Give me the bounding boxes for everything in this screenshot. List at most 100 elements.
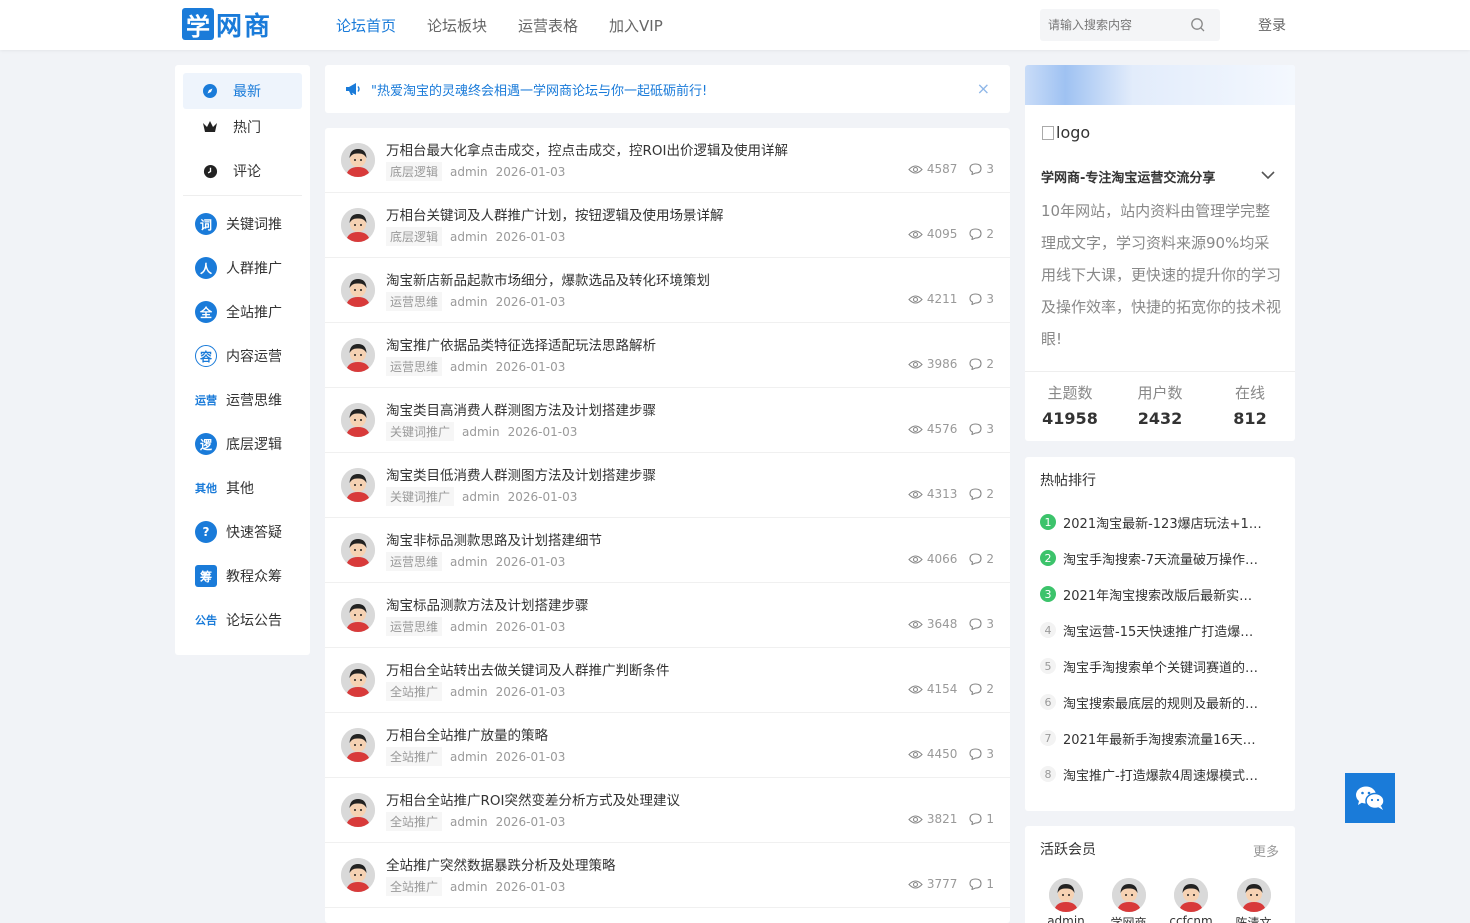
- post-author[interactable]: admin: [450, 360, 488, 374]
- sidebar-item-other[interactable]: 其他 其他: [183, 466, 302, 510]
- post-author[interactable]: admin: [450, 685, 488, 699]
- site-logo[interactable]: 学 网商: [182, 8, 272, 42]
- post-row[interactable]: 淘宝类目高消费人群测图方法及计划搭建步骤 关键词推广 admin 2026-01-03…: [325, 388, 1010, 453]
- member-name[interactable]: admin: [1041, 914, 1091, 923]
- post-author[interactable]: admin: [462, 490, 500, 504]
- hot-list-item[interactable]: 3 2021年淘宝搜索改版后最新实…: [1040, 576, 1282, 612]
- post-title[interactable]: 万相台最大化拿点击成交，控点击成交，控ROI出价逻辑及使用详解: [386, 139, 788, 159]
- hot-list-item[interactable]: 5 淘宝手淘搜索单个关键词赛道的…: [1040, 648, 1282, 684]
- post-author[interactable]: admin: [462, 425, 500, 439]
- sidebar-item-crowd-promo[interactable]: 人 人群推广: [183, 246, 302, 290]
- sidebar-item-content-ops[interactable]: 容 内容运营: [183, 334, 302, 378]
- post-title[interactable]: 万相台全站推广放量的策略: [386, 724, 548, 744]
- post-category-tag[interactable]: 全站推广: [386, 812, 443, 831]
- sidebar-item-full-site-promo[interactable]: 全 全站推广: [183, 290, 302, 334]
- post-title[interactable]: 万相台全站转出去做关键词及人群推广判断条件: [386, 659, 670, 679]
- hot-list-item[interactable]: 2 淘宝手淘搜索-7天流量破万操作…: [1040, 540, 1282, 576]
- avatar[interactable]: [341, 143, 375, 177]
- post-title[interactable]: 淘宝类目低消费人群测图方法及计划搭建步骤: [386, 464, 656, 484]
- post-category-tag[interactable]: 全站推广: [386, 747, 443, 766]
- post-row[interactable]: 万相台全站推广放量的策略 全站推广 admin 2026-01-03 4450 3: [325, 713, 1010, 778]
- avatar[interactable]: [341, 533, 375, 567]
- post-author[interactable]: admin: [450, 230, 488, 244]
- avatar[interactable]: [1236, 878, 1271, 912]
- search-icon[interactable]: [1190, 17, 1206, 33]
- sidebar-item-forum-notice[interactable]: 公告 论坛公告: [183, 598, 302, 642]
- hot-list-item[interactable]: 8 淘宝推广-打造爆款4周速爆模式…: [1040, 756, 1282, 792]
- post-row[interactable]: 淘宝标品测款方法及计划搭建步骤 运营思维 admin 2026-01-03 3648 3: [325, 583, 1010, 648]
- post-row[interactable]: 万相台关键词及人群推广计划，按钮逻辑及使用场景详解 底层逻辑 admin 2026-0…: [325, 193, 1010, 258]
- post-author[interactable]: admin: [450, 880, 488, 894]
- avatar[interactable]: [341, 663, 375, 697]
- hot-list-item[interactable]: 6 淘宝搜索最底层的规则及最新的…: [1040, 684, 1282, 720]
- post-author[interactable]: admin: [450, 750, 488, 764]
- member-name[interactable]: 陈清文: [1229, 914, 1279, 923]
- post-category-tag[interactable]: 底层逻辑: [386, 162, 443, 181]
- post-category-tag[interactable]: 运营思维: [386, 617, 443, 636]
- avatar[interactable]: [341, 793, 375, 827]
- avatar[interactable]: [341, 338, 375, 372]
- close-icon[interactable]: ×: [977, 79, 990, 98]
- post-author[interactable]: admin: [450, 295, 488, 309]
- hot-item-title[interactable]: 淘宝手淘搜索单个关键词赛道的…: [1063, 657, 1258, 676]
- sidebar-item-base-logic[interactable]: 逻 底层逻辑: [183, 422, 302, 466]
- member-item[interactable]: ccfcnm: [1166, 878, 1216, 923]
- post-category-tag[interactable]: 全站推广: [386, 877, 443, 896]
- tab-hot[interactable]: 热门: [183, 109, 302, 145]
- post-row[interactable]: 淘宝推广依据品类特征选择适配玩法思路解析 运营思维 admin 2026-01-03 3…: [325, 323, 1010, 388]
- post-title[interactable]: 淘宝标品测款方法及计划搭建步骤: [386, 594, 589, 614]
- avatar[interactable]: [1111, 878, 1146, 912]
- member-item[interactable]: admin: [1041, 878, 1091, 923]
- avatar[interactable]: [341, 403, 375, 437]
- hot-item-title[interactable]: 淘宝运营-15天快速推广打造爆…: [1063, 621, 1253, 640]
- sidebar-item-ops-thinking[interactable]: 运营 运营思维: [183, 378, 302, 422]
- post-author[interactable]: admin: [450, 620, 488, 634]
- post-row[interactable]: 淘宝非标品测款思路及计划搭建细节 运营思维 admin 2026-01-03 4066 2: [325, 518, 1010, 583]
- post-row[interactable]: 万相台全站推广ROI突然变差分析方式及处理建议 全站推广 admin 2026-01-…: [325, 778, 1010, 843]
- hot-item-title[interactable]: 淘宝推广-打造爆款4周速爆模式…: [1063, 765, 1258, 784]
- member-name[interactable]: 学网商: [1104, 914, 1154, 923]
- search-input[interactable]: [1040, 18, 1180, 32]
- login-link[interactable]: 登录: [1258, 15, 1286, 35]
- post-row[interactable]: 淘宝类目低消费人群测图方法及计划搭建步骤 关键词推广 admin 2026-01-03…: [325, 453, 1010, 518]
- post-title[interactable]: 全站推广突然数据暴跌分析及处理策略: [386, 854, 616, 874]
- member-item[interactable]: 学网商: [1104, 878, 1154, 923]
- post-author[interactable]: admin: [450, 555, 488, 569]
- post-row[interactable]: 全站推广突然数据暴跌分析及处理策略 全站推广 admin 2026-01-03 3777…: [325, 843, 1010, 908]
- avatar[interactable]: [341, 468, 375, 502]
- post-category-tag[interactable]: 运营思维: [386, 357, 443, 376]
- avatar[interactable]: [341, 273, 375, 307]
- avatar[interactable]: [341, 858, 375, 892]
- post-row[interactable]: 万相台最大化拿点击成交，控点击成交，控ROI出价逻辑及使用详解 底层逻辑 admin…: [325, 128, 1010, 193]
- sidebar-item-quick-qa[interactable]: ? 快速答疑: [183, 510, 302, 554]
- post-category-tag[interactable]: 全站推广: [386, 682, 443, 701]
- nav-forum-sections[interactable]: 论坛板块: [427, 15, 487, 36]
- post-author[interactable]: admin: [450, 815, 488, 829]
- hot-list-item[interactable]: 7 2021年最新手淘搜索流量16天…: [1040, 720, 1282, 756]
- post-row[interactable]: 淘宝新店新品起款市场细分，爆款选品及转化环境策划 运营思维 admin 2026-01…: [325, 258, 1010, 323]
- hot-item-title[interactable]: 2021年淘宝搜索改版后最新实…: [1063, 585, 1252, 604]
- sidebar-item-keyword-promo[interactable]: 词 关键词推: [183, 202, 302, 246]
- avatar[interactable]: [1049, 878, 1083, 912]
- hot-item-title[interactable]: 2021淘宝最新-123爆店玩法+1…: [1063, 513, 1262, 532]
- avatar[interactable]: [1174, 878, 1208, 912]
- post-category-tag[interactable]: 运营思维: [386, 552, 443, 571]
- post-title[interactable]: 万相台关键词及人群推广计划，按钮逻辑及使用场景详解: [386, 204, 724, 224]
- post-category-tag[interactable]: 关键词推广: [386, 487, 455, 506]
- post-title[interactable]: 淘宝推广依据品类特征选择适配玩法思路解析: [386, 334, 656, 354]
- nav-operation-tables[interactable]: 运营表格: [518, 15, 578, 36]
- hot-item-title[interactable]: 淘宝手淘搜索-7天流量破万操作…: [1063, 549, 1258, 568]
- post-row[interactable]: 万相台全站转出去做关键词及人群推广判断条件 全站推广 admin 2026-01-03…: [325, 648, 1010, 713]
- post-title[interactable]: 万相台全站推广ROI突然变差分析方式及处理建议: [386, 789, 680, 809]
- hot-list-item[interactable]: 1 2021淘宝最新-123爆店玩法+1…: [1040, 504, 1282, 540]
- more-link[interactable]: 更多: [1253, 841, 1279, 860]
- avatar[interactable]: [341, 208, 375, 242]
- post-title[interactable]: 淘宝类目高消费人群测图方法及计划搭建步骤: [386, 399, 656, 419]
- post-category-tag[interactable]: 关键词推广: [386, 422, 455, 441]
- avatar[interactable]: [341, 598, 375, 632]
- hot-item-title[interactable]: 2021年最新手淘搜索流量16天…: [1063, 729, 1256, 748]
- sidebar-item-tutorial-crowdfund[interactable]: 筹 教程众筹: [183, 554, 302, 598]
- tab-latest[interactable]: 最新: [183, 73, 302, 109]
- post-author[interactable]: admin: [450, 165, 488, 179]
- avatar[interactable]: [341, 728, 375, 762]
